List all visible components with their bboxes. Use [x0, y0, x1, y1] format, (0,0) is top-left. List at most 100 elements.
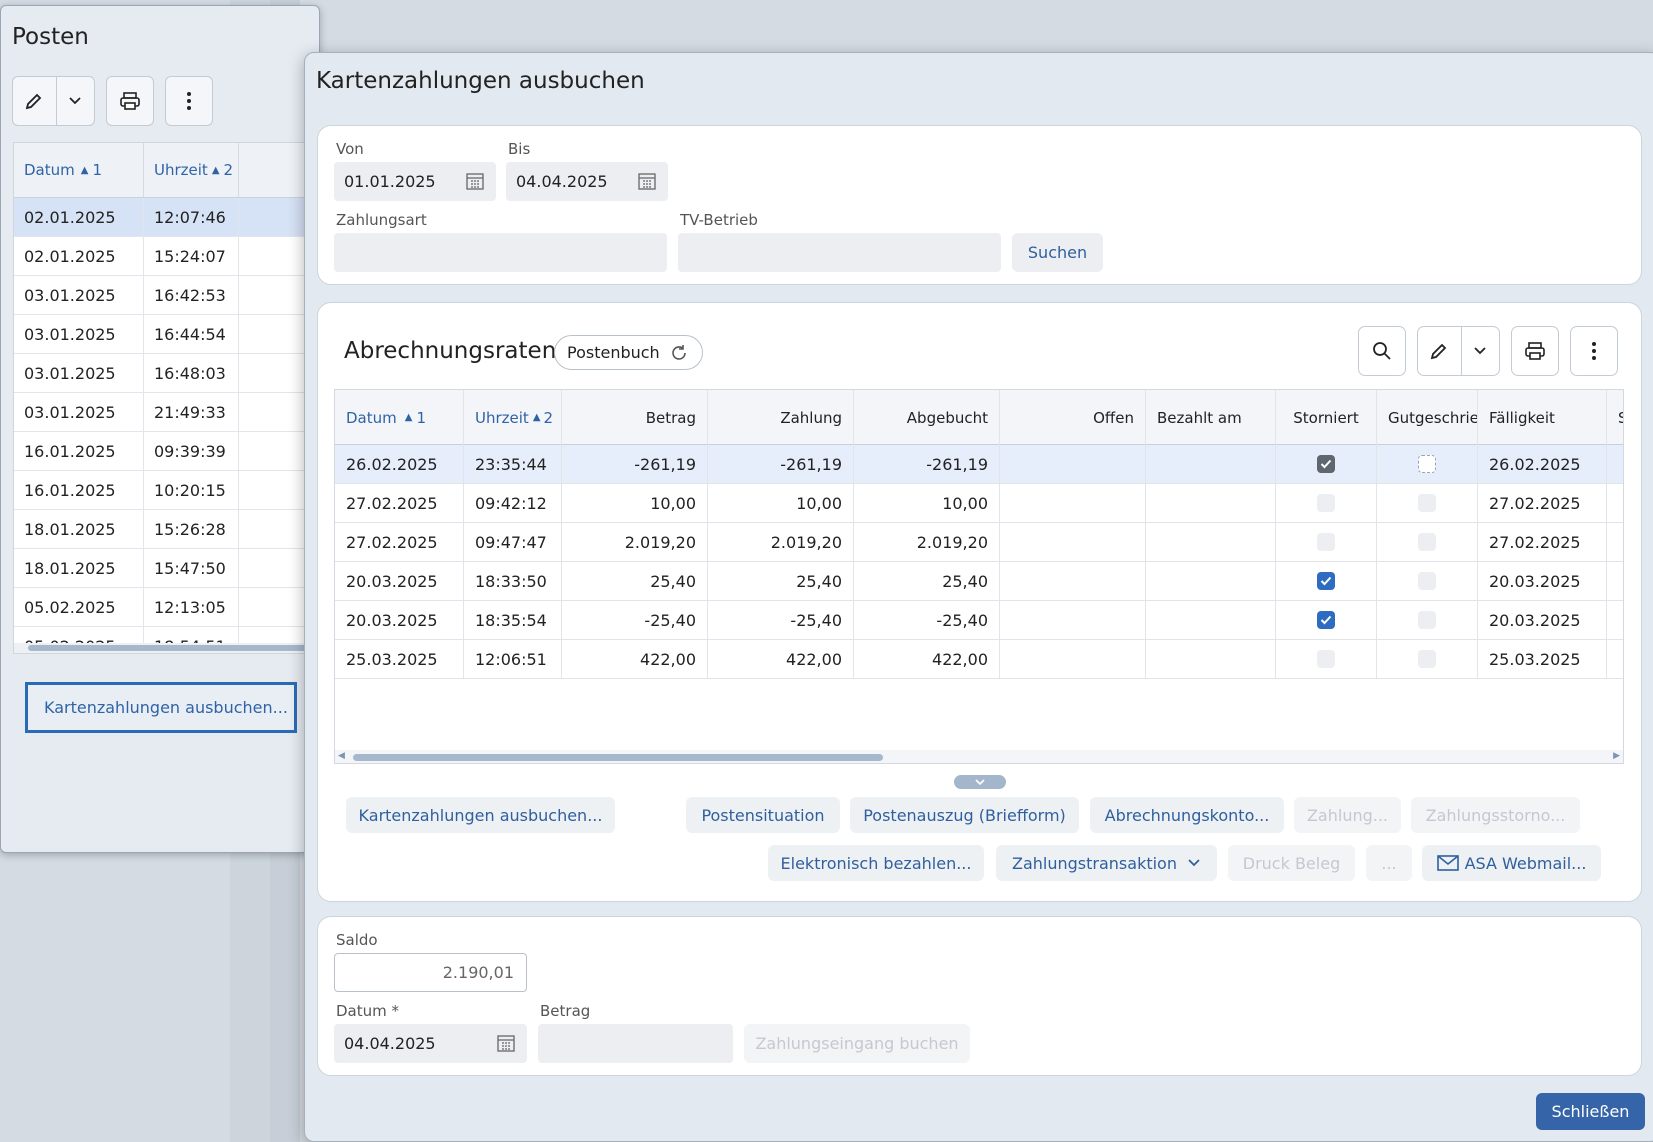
postenauszug-button[interactable]: Postenauszug (Briefform) [850, 797, 1079, 833]
bis-date-field[interactable]: 04.04.2025 [506, 162, 668, 201]
zahlungstransaktion-button[interactable]: Zahlungstransaktion [996, 845, 1217, 881]
horizontal-scrollbar[interactable] [14, 643, 322, 653]
col-datum[interactable]: Datum ▲ 1 [14, 143, 144, 197]
cell-faelligkeit: 25.03.2025 [1478, 640, 1607, 678]
kartenzahlungen-dialog: Kartenzahlungen ausbuchen Von 01.01.2025… [304, 52, 1653, 1142]
edit-split-button[interactable] [12, 76, 95, 126]
von-date-field[interactable]: 01.01.2025 [334, 162, 496, 201]
scroll-left-icon[interactable]: ◀ [338, 751, 345, 761]
table-row[interactable]: 16.01.2025 09:39:39 [14, 432, 322, 471]
col-betrag[interactable]: Betrag [562, 390, 708, 445]
storniert-checkbox[interactable] [1317, 611, 1335, 629]
zahlungseingang-buchen-button[interactable]: Zahlungseingang buchen [744, 1024, 970, 1063]
betrag-field[interactable] [538, 1024, 733, 1063]
scroll-right-icon[interactable]: ▶ [1613, 751, 1620, 761]
col-datum[interactable]: Datum ▲ 1 [335, 390, 464, 445]
asa-webmail-button[interactable]: ASA Webmail... [1422, 845, 1601, 881]
table-row[interactable]: 03.01.2025 16:42:53 [14, 276, 322, 315]
col-storniert[interactable]: Storniert [1276, 390, 1377, 445]
print-button[interactable] [1511, 326, 1559, 376]
expand-toggle[interactable] [954, 775, 1006, 789]
gutgeschrieben-checkbox[interactable] [1418, 572, 1436, 590]
schliessen-button[interactable]: Schließen [1536, 1093, 1645, 1130]
zahlungsart-label: Zahlungsart [336, 211, 427, 229]
storniert-checkbox[interactable] [1317, 572, 1335, 590]
storniert-checkbox[interactable] [1317, 650, 1335, 668]
col-extra[interactable]: S [1607, 390, 1623, 445]
table-row[interactable]: 27.02.2025 09:42:12 10,00 10,00 10,00 27.02.2… [335, 484, 1623, 523]
ellipsis-button[interactable]: ... [1366, 845, 1412, 881]
zahlungsstorno-button[interactable]: Zahlungsstorno... [1411, 797, 1580, 833]
table-row[interactable]: 27.02.2025 09:47:47 2.019,20 2.019,20 2.019,… [335, 523, 1623, 562]
table-row[interactable]: 05.02.2025 12:13:05 [14, 588, 322, 627]
cell-faelligkeit: 27.02.2025 [1478, 484, 1607, 522]
calendar-icon[interactable] [466, 172, 484, 190]
suchen-button[interactable]: Suchen [1012, 233, 1103, 272]
col-bezahlt-am[interactable]: Bezahlt am [1146, 390, 1276, 445]
col-uhrzeit[interactable]: Uhrzeit ▲ 2 [144, 143, 239, 197]
druck-beleg-button[interactable]: Druck Beleg [1228, 845, 1355, 881]
edit-split-button[interactable] [1417, 326, 1500, 376]
storniert-checkbox[interactable] [1317, 455, 1335, 473]
col-faelligkeit[interactable]: Fälligkeit [1478, 390, 1607, 445]
search-button[interactable] [1358, 326, 1406, 376]
chevron-down-icon [975, 779, 985, 786]
table-row[interactable]: 02.01.2025 15:24:07 [14, 237, 322, 276]
kartenzahlungen-ausbuchen-button[interactable]: Kartenzahlungen ausbuchen... [346, 797, 615, 833]
gutgeschrieben-checkbox[interactable] [1418, 494, 1436, 512]
calendar-icon[interactable] [638, 172, 656, 190]
cell-datum: 03.01.2025 [14, 393, 144, 431]
chevron-down-icon[interactable] [1462, 346, 1499, 356]
chevron-down-icon[interactable] [57, 96, 94, 106]
more-button[interactable] [165, 76, 213, 126]
table-row[interactable]: 20.03.2025 18:35:54 -25,40 -25,40 -25,40 20.0… [335, 601, 1623, 640]
abrechnungskonto-button[interactable]: Abrechnungskonto... [1090, 797, 1284, 833]
zahlungsart-field[interactable] [334, 233, 667, 272]
cell-uhrzeit: 15:47:50 [144, 549, 239, 587]
horizontal-scrollbar[interactable]: ◀ ▶ [335, 750, 1623, 763]
storniert-checkbox[interactable] [1317, 533, 1335, 551]
table-row[interactable]: 16.01.2025 10:20:15 [14, 471, 322, 510]
cell-faelligkeit: 20.03.2025 [1478, 601, 1607, 639]
cell-betrag: 25,40 [562, 562, 708, 600]
col-uhrzeit[interactable]: Uhrzeit ▲ 2 [464, 390, 562, 445]
gutgeschrieben-checkbox[interactable] [1418, 533, 1436, 551]
col-abgebucht[interactable]: Abgebucht [854, 390, 1000, 445]
col-zahlung[interactable]: Zahlung [708, 390, 854, 445]
cell-datum: 27.02.2025 [335, 484, 464, 522]
cell-datum: 03.01.2025 [14, 276, 144, 314]
storniert-checkbox[interactable] [1317, 494, 1335, 512]
table-row[interactable]: 25.03.2025 12:06:51 422,00 422,00 422,00 25.0… [335, 640, 1623, 679]
datum-date-field[interactable]: 04.04.2025 [334, 1024, 527, 1063]
cell-zahlung: 25,40 [708, 562, 854, 600]
gutgeschrieben-checkbox[interactable] [1418, 611, 1436, 629]
table-row[interactable]: 18.01.2025 15:47:50 [14, 549, 322, 588]
tvbetrieb-field[interactable] [678, 233, 1001, 272]
kebab-icon [187, 92, 191, 110]
elektronisch-bezahlen-button[interactable]: Elektronisch bezahlen... [768, 845, 984, 881]
table-row[interactable]: 02.01.2025 12:07:46 [14, 198, 322, 237]
kartenzahlungen-ausbuchen-button[interactable]: Kartenzahlungen ausbuchen... [25, 682, 297, 733]
postensituation-button[interactable]: Postensituation [686, 797, 840, 833]
calendar-icon[interactable] [497, 1034, 515, 1052]
zahlung-button[interactable]: Zahlung... [1294, 797, 1401, 833]
betrag-label: Betrag [540, 1002, 591, 1020]
table-row[interactable]: 26.02.2025 23:35:44 -261,19 -261,19 -261,19 2… [335, 445, 1623, 484]
table-row[interactable]: 20.03.2025 18:33:50 25,40 25,40 25,40 20.03.2… [335, 562, 1623, 601]
col-offen[interactable]: Offen [1000, 390, 1146, 445]
print-button[interactable] [106, 76, 154, 126]
gutgeschrieben-checkbox[interactable] [1418, 650, 1436, 668]
table-row[interactable]: 03.01.2025 16:44:54 [14, 315, 322, 354]
refresh-icon[interactable] [670, 344, 688, 362]
table-row[interactable]: 03.01.2025 16:48:03 [14, 354, 322, 393]
cell-uhrzeit: 16:44:54 [144, 315, 239, 353]
cell-storniert [1276, 601, 1377, 639]
gutgeschrieben-checkbox[interactable] [1418, 455, 1436, 473]
more-button[interactable] [1570, 326, 1618, 376]
postenbuch-chip[interactable]: Postenbuch [554, 335, 703, 370]
table-row[interactable]: 03.01.2025 21:49:33 [14, 393, 322, 432]
cell-datum: 16.01.2025 [14, 471, 144, 509]
table-row[interactable]: 18.01.2025 15:26:28 [14, 510, 322, 549]
col-gutgeschrieben[interactable]: Gutgeschrieben [1377, 390, 1478, 445]
cell-bezahlt-am [1146, 640, 1276, 678]
